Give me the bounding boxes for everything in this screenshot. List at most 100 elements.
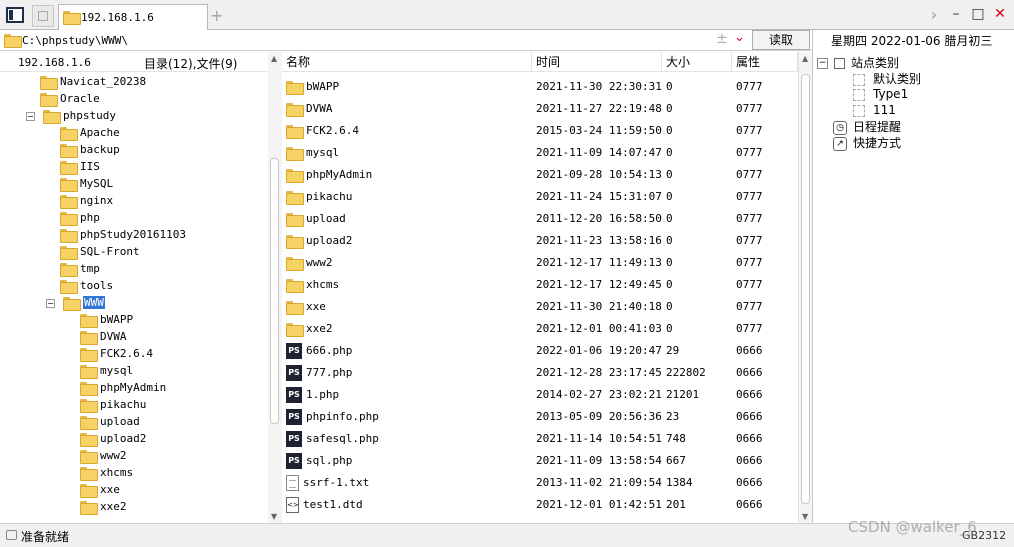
tab-active[interactable]: 192.168.1.6 <box>58 4 208 31</box>
file-attr: 0666 <box>736 366 763 379</box>
tab-empty[interactable] <box>32 5 54 27</box>
minimize-button[interactable]: – <box>948 6 964 22</box>
category-item[interactable]: 默认类别 <box>853 70 921 87</box>
tree-item[interactable]: nginx <box>60 192 113 209</box>
file-time: 2014-02-27 23:02:21 <box>536 388 662 401</box>
file-row[interactable]: DVWA 2021-11-27 22:19:48 0 0777 <box>282 98 798 120</box>
file-row[interactable]: phpMyAdmin 2021-09-28 10:54:13 0 0777 <box>282 164 798 186</box>
folder-icon <box>286 191 304 205</box>
tree-item[interactable]: pikachu <box>80 396 146 413</box>
tree-item[interactable]: phpMyAdmin <box>80 379 166 396</box>
file-row[interactable]: upload 2011-12-20 16:58:50 0 0777 <box>282 208 798 230</box>
scroll-down-icon[interactable]: ▼ <box>271 512 277 521</box>
collapse-icon[interactable]: − <box>46 298 55 308</box>
tree-item[interactable]: xxe2 <box>80 498 127 515</box>
tree-item[interactable]: − phpstudy <box>26 107 116 124</box>
scroll-thumb[interactable] <box>801 74 810 504</box>
file-name-cell: <> test1.dtd <box>286 494 363 516</box>
tree-item[interactable]: www2 <box>80 447 127 464</box>
tree-item[interactable]: phpStudy20161103 <box>60 226 186 243</box>
tree-item[interactable]: backup <box>60 141 120 158</box>
tree-item-label: xxe2 <box>100 500 127 513</box>
file-name: xxe2 <box>306 322 333 335</box>
tree-scrollbar[interactable]: ▲ ▼ <box>268 52 282 523</box>
chevron-down-icon[interactable]: ⌄ <box>734 30 745 45</box>
file-attr: 0777 <box>736 190 763 203</box>
scroll-up-icon[interactable]: ▲ <box>802 54 808 63</box>
chevron-right-icon[interactable]: › <box>926 5 942 24</box>
add-tab-button[interactable]: + <box>210 6 223 25</box>
file-row[interactable]: xxe2 2021-12-01 00:41:03 0 0777 <box>282 318 798 340</box>
file-row[interactable]: FCK2.6.4 2015-03-24 11:59:50 0 0777 <box>282 120 798 142</box>
category-item[interactable]: 111 <box>853 103 896 117</box>
collapse-icon[interactable]: − <box>817 58 828 69</box>
column-header-name[interactable]: 名称 <box>282 52 532 72</box>
file-row[interactable]: xxe 2021-11-30 21:40:18 0 0777 <box>282 296 798 318</box>
site-category-node[interactable]: − 站点类别 <box>817 54 899 71</box>
scroll-up-icon[interactable]: ▲ <box>271 54 277 63</box>
tree-item[interactable]: MySQL <box>60 175 113 192</box>
tree-item[interactable]: tmp <box>60 260 100 277</box>
tree-item[interactable]: tools <box>60 277 113 294</box>
schedule-node[interactable]: ◷ 日程提醒 <box>833 118 901 135</box>
status-icon <box>6 530 17 540</box>
column-header-size[interactable]: 大小 <box>662 52 732 72</box>
shortcuts-node[interactable]: ↗ 快捷方式 <box>833 134 901 151</box>
tree-item[interactable]: mysql <box>80 362 133 379</box>
file-row[interactable]: www2 2021-12-17 11:49:13 0 0777 <box>282 252 798 274</box>
read-button[interactable]: 读取 <box>752 30 810 50</box>
tree-item[interactable]: − WWW <box>46 294 105 311</box>
file-row[interactable]: PS safesql.php 2021-11-14 10:54:51 748 0666 <box>282 428 798 450</box>
category-label: 默认类别 <box>873 72 922 86</box>
file-row[interactable]: PS sql.php 2021-11-09 13:58:54 667 0666 <box>282 450 798 472</box>
file-row[interactable]: PS 666.php 2022-01-06 19:20:47 29 0666 <box>282 340 798 362</box>
tree-item[interactable]: IIS <box>60 158 100 175</box>
file-row[interactable]: pikachu 2021-11-24 15:31:07 0 0777 <box>282 186 798 208</box>
file-name: 1.php <box>306 388 340 401</box>
app-menu-icon[interactable] <box>6 7 24 23</box>
tree-item[interactable]: upload2 <box>80 430 146 447</box>
column-header-attr[interactable]: 属性 <box>732 52 798 72</box>
file-row[interactable]: PS 1.php 2014-02-27 23:02:21 21201 0666 <box>282 384 798 406</box>
shortcut-icon: ↗ <box>833 136 847 151</box>
tree-item[interactable]: xxe <box>80 481 120 498</box>
tree-item[interactable]: xhcms <box>80 464 133 481</box>
column-header-time[interactable]: 时间 <box>532 52 662 72</box>
file-list-scrollbar[interactable]: ▲ ▼ <box>798 52 812 523</box>
file-row[interactable]: xhcms 2021-12-17 12:49:45 0 0777 <box>282 274 798 296</box>
scroll-down-icon[interactable]: ▼ <box>802 512 808 521</box>
file-size: 0 <box>666 168 673 181</box>
folder-icon <box>60 246 78 260</box>
tree-item[interactable]: Navicat_20238 <box>40 73 146 90</box>
file-row[interactable]: bWAPP 2021-11-30 22:30:31 0 0777 <box>282 76 798 98</box>
tree-item[interactable]: Apache <box>60 124 120 141</box>
tree-item[interactable]: DVWA <box>80 328 127 345</box>
tree-item[interactable]: bWAPP <box>80 311 133 328</box>
file-time: 2013-05-09 20:56:36 <box>536 410 662 423</box>
maximize-button[interactable]: □ <box>970 6 986 22</box>
tree-item[interactable]: upload <box>80 413 140 430</box>
tree-item[interactable]: SQL-Front <box>60 243 140 260</box>
bookmark-add-icon[interactable]: ± <box>716 31 728 47</box>
file-attr: 0777 <box>736 278 763 291</box>
file-name: mysql <box>306 146 340 159</box>
close-button[interactable]: ✕ <box>992 6 1008 22</box>
file-attr: 0777 <box>736 234 763 247</box>
file-row[interactable]: PS 777.php 2021-12-28 23:17:45 222802 0666 <box>282 362 798 384</box>
tree-item[interactable]: FCK2.6.4 <box>80 345 153 362</box>
folder-icon <box>286 323 304 337</box>
file-row[interactable]: upload2 2021-11-23 13:58:16 0 0777 <box>282 230 798 252</box>
file-row[interactable]: ssrf-1.txt 2013-11-02 21:09:54 1384 0666 <box>282 472 798 494</box>
path-input[interactable] <box>22 32 710 48</box>
file-row[interactable]: PS phpinfo.php 2013-05-09 20:56:36 23 0666 <box>282 406 798 428</box>
tree-item-label: tools <box>80 279 114 292</box>
file-row[interactable]: mysql 2021-11-09 14:07:47 0 0777 <box>282 142 798 164</box>
category-item[interactable]: Type1 <box>853 87 908 101</box>
collapse-icon[interactable]: − <box>26 111 35 121</box>
tree-item[interactable]: php <box>60 209 100 226</box>
file-time: 2021-11-27 22:19:48 <box>536 102 662 115</box>
file-name: 666.php <box>306 344 353 357</box>
scroll-thumb[interactable] <box>270 158 279 424</box>
tree-item[interactable]: Oracle <box>40 90 100 107</box>
file-row[interactable]: <> test1.dtd 2021-12-01 01:42:51 201 0666 <box>282 494 798 516</box>
